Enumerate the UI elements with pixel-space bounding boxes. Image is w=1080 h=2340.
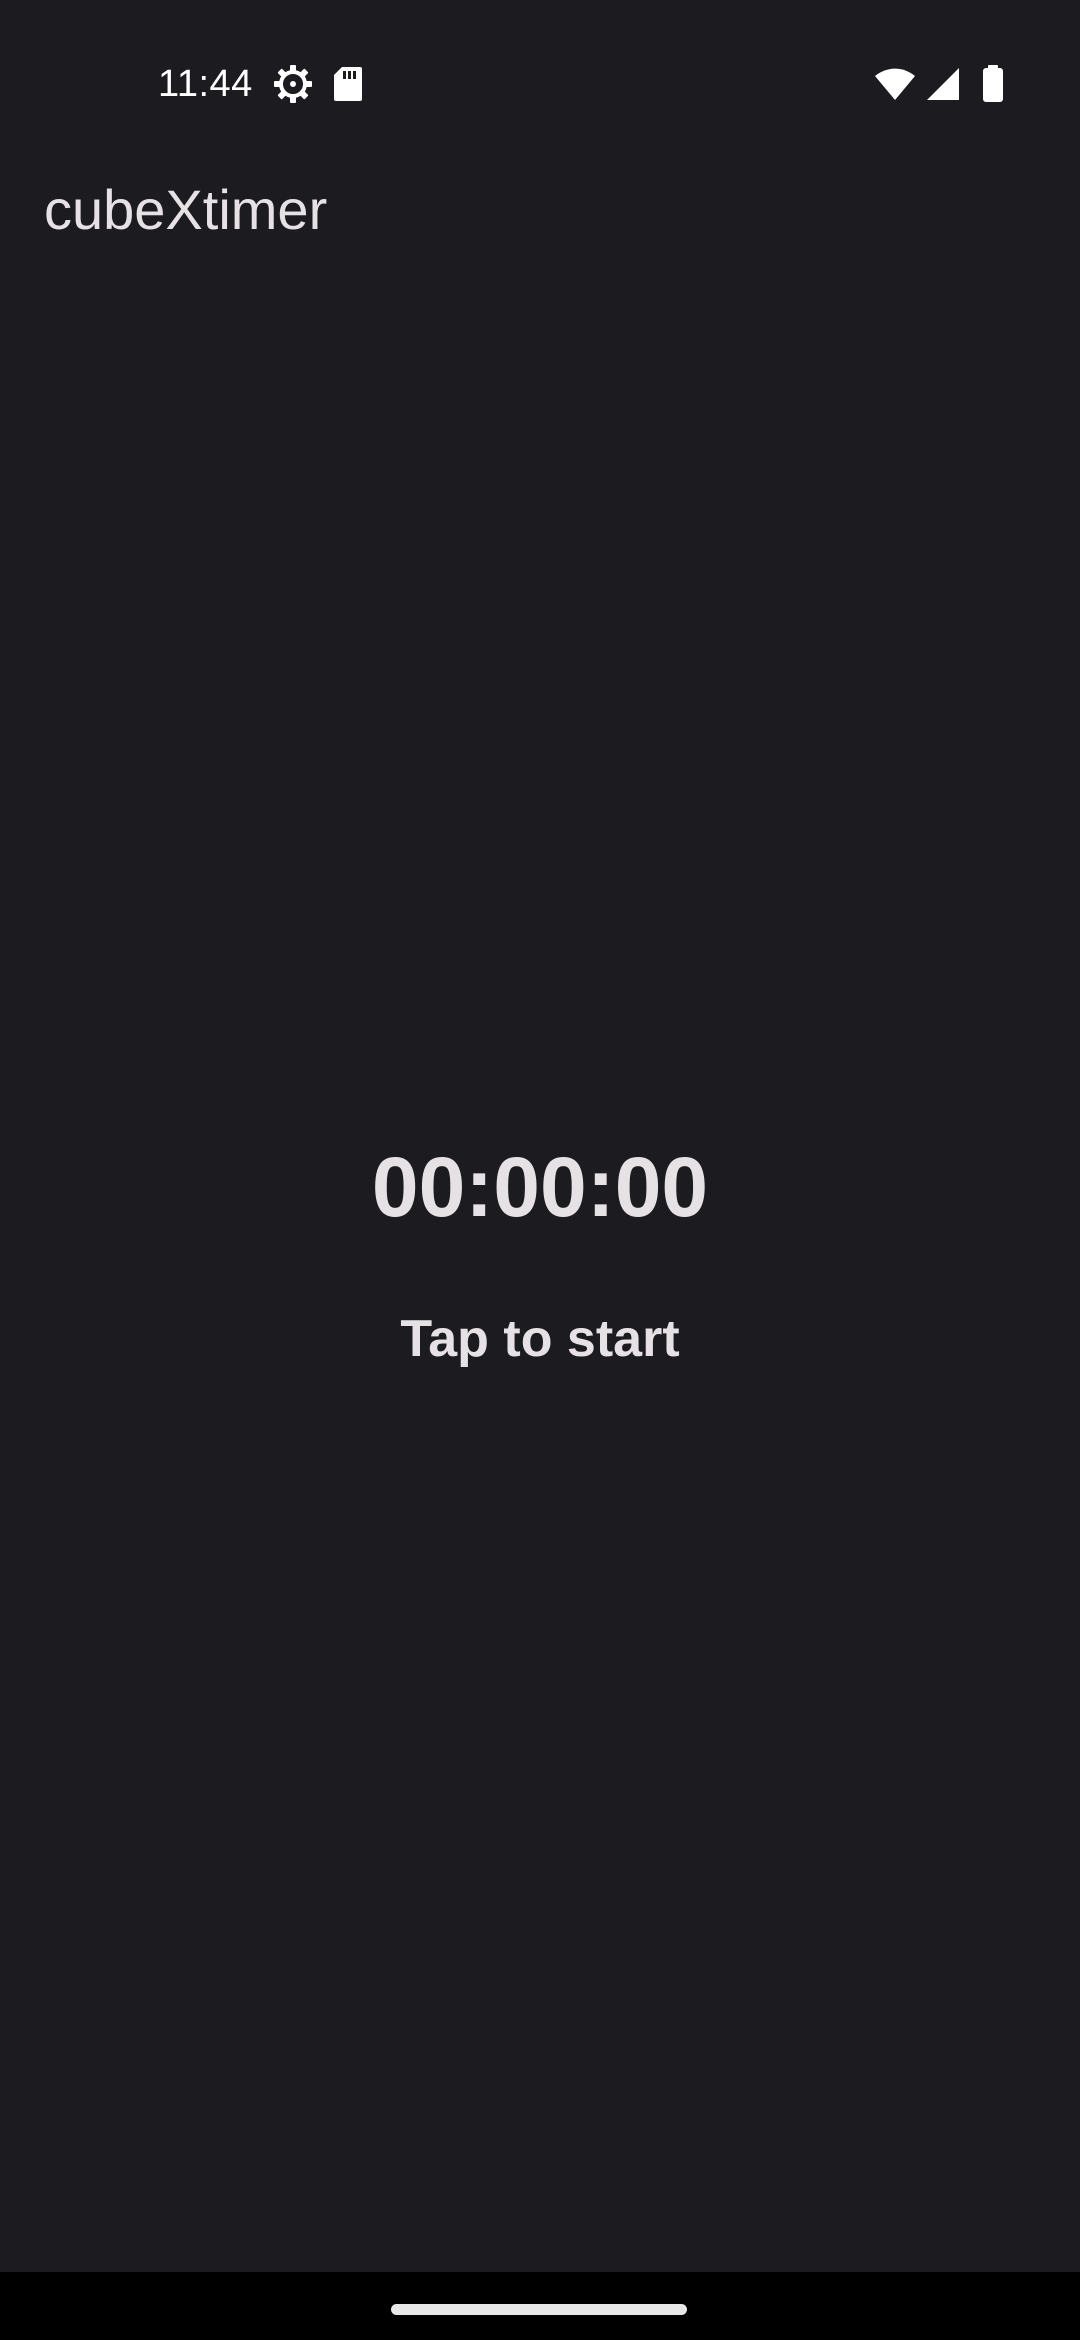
timer-tap-area[interactable]: 00:00:00 Tap to start <box>0 252 1080 2272</box>
wifi-icon <box>874 67 916 101</box>
status-bar-left: 11:44 <box>158 58 363 110</box>
sd-card-icon <box>333 66 363 102</box>
status-time: 11:44 <box>158 63 253 105</box>
app-title: cubeXtimer <box>44 178 328 241</box>
settings-gear-icon <box>273 64 313 104</box>
home-gesture-handle[interactable] <box>391 2304 687 2315</box>
battery-icon <box>982 65 1004 103</box>
tap-to-start-hint: Tap to start <box>400 1310 680 1368</box>
timer-display: 00:00:00 <box>371 1140 709 1234</box>
app-screen: 11:44 cubeXtimer 00:00:00 Tap to start <box>0 0 1080 2340</box>
app-bar: cubeXtimer <box>0 168 1080 252</box>
navigation-bar <box>0 2272 1080 2340</box>
cell-signal-icon <box>926 67 960 101</box>
status-bar-right <box>864 62 1004 106</box>
status-bar: 11:44 <box>0 0 1080 168</box>
